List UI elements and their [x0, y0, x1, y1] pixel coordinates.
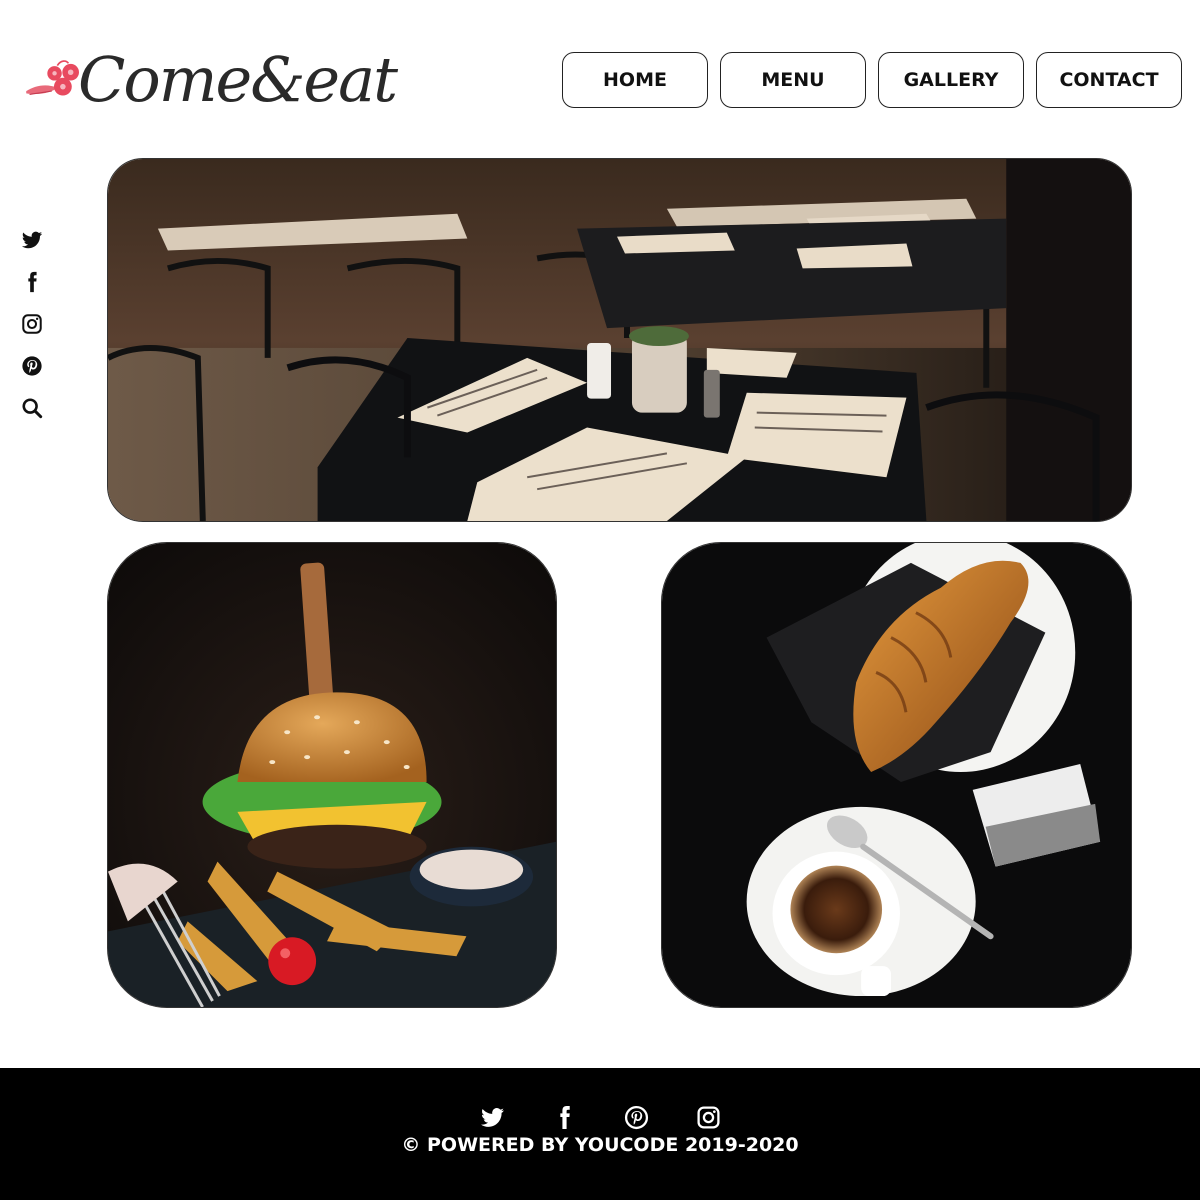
croissant-coffee-photo [661, 542, 1132, 1008]
twitter-icon[interactable] [21, 228, 43, 252]
main-nav: HOME MENU GALLERY CONTACT [562, 52, 1182, 108]
berries-logo-icon [26, 60, 79, 96]
instagram-icon[interactable] [695, 1104, 721, 1130]
twitter-icon[interactable] [479, 1104, 505, 1130]
instagram-icon[interactable] [21, 312, 43, 336]
nav-home-button[interactable]: HOME [562, 52, 708, 108]
pinterest-icon[interactable] [623, 1104, 649, 1130]
side-social-bar [21, 228, 45, 420]
brand-name: Come&eat [77, 43, 398, 116]
pinterest-icon[interactable] [21, 354, 43, 378]
footer-social-bar [0, 1104, 1200, 1130]
nav-gallery-button[interactable]: GALLERY [878, 52, 1024, 108]
facebook-icon[interactable] [21, 270, 43, 294]
search-icon[interactable] [21, 396, 43, 420]
nav-menu-button[interactable]: MENU [720, 52, 866, 108]
site-logo[interactable]: Come&eat [24, 40, 398, 120]
facebook-icon[interactable] [551, 1104, 577, 1130]
restaurant-interior-photo [107, 158, 1132, 522]
nav-contact-button[interactable]: CONTACT [1036, 52, 1182, 108]
copyright-text: © POWERED BY YOUCODE 2019-2020 [401, 1134, 799, 1156]
burger-photo [107, 542, 557, 1008]
